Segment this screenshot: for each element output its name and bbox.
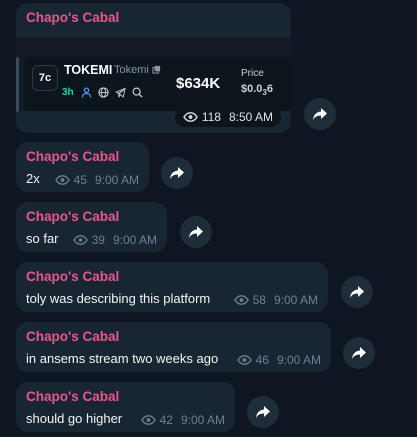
message-bubble[interactable]: Chapo's Cabal so far 39 9:00 AM bbox=[16, 202, 167, 252]
message-time: 9:00 AM bbox=[276, 353, 321, 367]
message-sender[interactable]: Chapo's Cabal bbox=[26, 209, 119, 224]
token-subname-text: Tokemi bbox=[114, 64, 149, 76]
message-bubble[interactable]: Chapo's Cabal in ansems stream two weeks… bbox=[16, 322, 331, 372]
message-time: 8:50 AM bbox=[228, 110, 273, 124]
message-sender[interactable]: Chapo's Cabal bbox=[26, 149, 119, 164]
message-sender[interactable]: Chapo's Cabal bbox=[26, 10, 119, 25]
message-text: so far bbox=[26, 231, 59, 246]
token-price-suffix: 6 bbox=[266, 83, 273, 95]
forward-icon bbox=[189, 226, 203, 238]
message-meta: 118 8:50 AM bbox=[174, 107, 281, 127]
view-count: 42 bbox=[159, 413, 173, 427]
token-subname: Tokemi bbox=[114, 64, 161, 76]
message-time: 9:00 AM bbox=[180, 413, 225, 427]
token-links bbox=[81, 85, 143, 98]
forward-icon bbox=[256, 406, 270, 418]
eye-icon bbox=[72, 235, 88, 245]
forward-button[interactable] bbox=[180, 216, 212, 248]
message-text: in ansems stream two weeks ago bbox=[26, 351, 219, 366]
message-meta: 39 9:00 AM bbox=[72, 233, 157, 247]
token-age: 3h bbox=[62, 87, 74, 98]
eye-icon bbox=[233, 295, 249, 305]
message-bubble[interactable]: Chapo's Cabal should go higher 42 9:00 A… bbox=[16, 382, 235, 432]
eye-icon bbox=[54, 175, 70, 185]
view-count: 39 bbox=[91, 233, 105, 247]
message-meta: 42 9:00 AM bbox=[140, 413, 225, 427]
message-bubble[interactable]: Chapo's Cabal 7c TOKEMI Tokemi 3h $634K … bbox=[16, 3, 291, 133]
card-accent-bar bbox=[16, 57, 19, 112]
forward-icon bbox=[170, 167, 184, 179]
message-sender[interactable]: Chapo's Cabal bbox=[26, 329, 119, 344]
telegram-icon[interactable] bbox=[115, 85, 126, 98]
message-meta: 45 9:00 AM bbox=[54, 173, 139, 187]
token-card-inner[interactable]: 7c TOKEMI Tokemi 3h $634K Price $0.036 bbox=[24, 57, 291, 111]
forward-button[interactable] bbox=[247, 396, 279, 428]
eye-icon bbox=[140, 415, 156, 425]
search-icon[interactable] bbox=[132, 85, 143, 98]
message-meta: 46 9:00 AM bbox=[236, 353, 321, 367]
token-logo: 7c bbox=[32, 65, 58, 91]
message-text: should go higher bbox=[26, 411, 123, 426]
forward-button[interactable] bbox=[161, 157, 193, 189]
forward-button[interactable] bbox=[341, 276, 373, 308]
token-market-cap: $634K bbox=[176, 75, 221, 92]
token-name: TOKEMI bbox=[64, 63, 113, 77]
message-time: 9:00 AM bbox=[94, 173, 139, 187]
token-card[interactable]: 7c TOKEMI Tokemi 3h $634K Price $0.036 bbox=[16, 37, 291, 112]
forward-icon bbox=[350, 286, 364, 298]
message-bubble[interactable]: Chapo's Cabal toly was describing this p… bbox=[16, 262, 328, 312]
forward-icon bbox=[352, 347, 366, 359]
view-count: 118 bbox=[201, 110, 221, 124]
forward-button[interactable] bbox=[304, 98, 336, 130]
eye-icon bbox=[236, 355, 252, 365]
message-meta: 58 9:00 AM bbox=[233, 293, 318, 307]
token-price-prefix: $0.0 bbox=[241, 83, 263, 95]
view-count: 58 bbox=[252, 293, 266, 307]
message-sender[interactable]: Chapo's Cabal bbox=[26, 389, 119, 404]
forward-icon bbox=[313, 108, 327, 120]
message-time: 9:00 AM bbox=[273, 293, 318, 307]
token-price-label: Price bbox=[241, 68, 264, 79]
message-text: toly was describing this platform bbox=[26, 291, 211, 306]
view-count: 45 bbox=[73, 173, 87, 187]
globe-icon[interactable] bbox=[98, 85, 109, 98]
message-text: 2x bbox=[26, 171, 40, 186]
token-price: $0.036 bbox=[241, 83, 273, 97]
copy-icon[interactable] bbox=[152, 65, 161, 74]
view-count: 46 bbox=[255, 353, 269, 367]
message-sender[interactable]: Chapo's Cabal bbox=[26, 269, 119, 284]
person-icon[interactable] bbox=[81, 85, 92, 98]
message-bubble[interactable]: Chapo's Cabal 2x 45 9:00 AM bbox=[16, 142, 149, 192]
eye-icon bbox=[182, 112, 198, 122]
forward-button[interactable] bbox=[343, 337, 375, 369]
message-time: 9:00 AM bbox=[112, 233, 157, 247]
